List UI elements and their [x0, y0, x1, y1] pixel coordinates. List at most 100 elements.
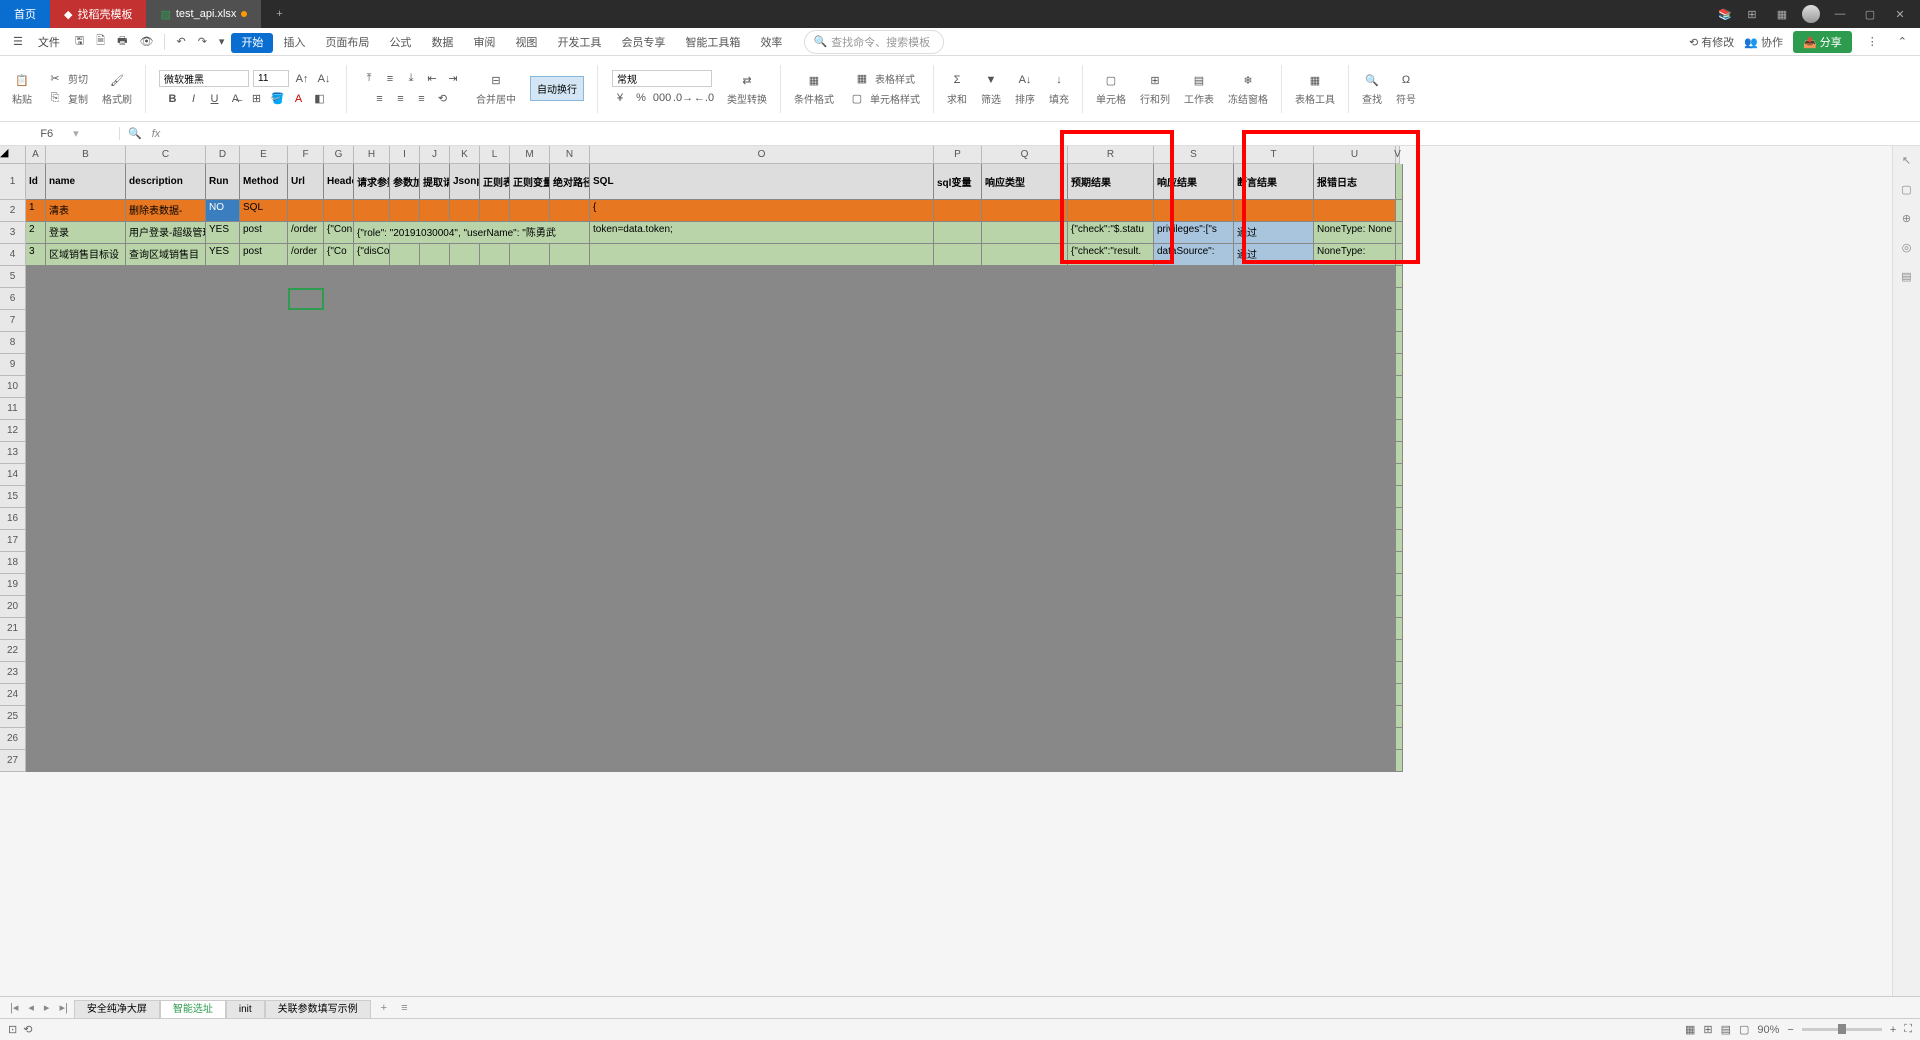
cell[interactable] — [1068, 376, 1154, 398]
collab-button[interactable]: 👥 协作 — [1744, 34, 1783, 50]
cell[interactable] — [934, 640, 982, 662]
cell[interactable] — [206, 442, 240, 464]
cell[interactable] — [480, 420, 510, 442]
cell[interactable] — [510, 530, 550, 552]
cell[interactable] — [1154, 486, 1234, 508]
cell[interactable] — [1396, 332, 1403, 354]
cell[interactable] — [1314, 596, 1396, 618]
cell[interactable] — [324, 530, 354, 552]
cell[interactable] — [354, 310, 390, 332]
sheet-tab[interactable]: 智能选址 — [160, 1000, 226, 1019]
cell[interactable] — [510, 442, 550, 464]
cell[interactable] — [1314, 662, 1396, 684]
cell[interactable] — [1396, 552, 1403, 574]
cell[interactable] — [450, 420, 480, 442]
cell[interactable] — [510, 288, 550, 310]
cell[interactable] — [46, 508, 126, 530]
cell[interactable] — [206, 530, 240, 552]
cell[interactable] — [390, 486, 420, 508]
cell[interactable]: sql变量 — [934, 164, 982, 200]
strike-button[interactable]: A̶ — [227, 90, 245, 108]
cell[interactable] — [1314, 442, 1396, 464]
cell[interactable] — [450, 310, 480, 332]
cell[interactable] — [1234, 420, 1314, 442]
cell[interactable] — [390, 244, 420, 266]
cell[interactable]: /order — [288, 244, 324, 266]
cell[interactable] — [1234, 398, 1314, 420]
cell[interactable] — [420, 596, 450, 618]
cell[interactable] — [206, 640, 240, 662]
cell[interactable] — [590, 442, 934, 464]
cell[interactable] — [450, 398, 480, 420]
cell[interactable] — [934, 552, 982, 574]
cell[interactable] — [288, 552, 324, 574]
row-header[interactable]: 14 — [0, 464, 26, 486]
cell[interactable] — [206, 310, 240, 332]
cell[interactable] — [420, 376, 450, 398]
cell[interactable] — [934, 332, 982, 354]
panel-icon-1[interactable]: ▢ — [1901, 183, 1911, 196]
cell[interactable] — [1396, 266, 1403, 288]
cell[interactable] — [934, 310, 982, 332]
tab-add-button[interactable]: + — [267, 2, 291, 26]
cell[interactable] — [240, 464, 288, 486]
cell[interactable] — [26, 266, 46, 288]
col-header[interactable]: T — [1234, 146, 1314, 164]
cell[interactable] — [206, 728, 240, 750]
cell[interactable] — [26, 530, 46, 552]
cell[interactable] — [934, 266, 982, 288]
cell[interactable] — [510, 750, 550, 772]
cell[interactable] — [240, 354, 288, 376]
cell[interactable] — [354, 596, 390, 618]
row-header[interactable]: 6 — [0, 288, 26, 310]
cell[interactable] — [550, 244, 590, 266]
col-header[interactable]: D — [206, 146, 240, 164]
cell[interactable] — [390, 574, 420, 596]
cell[interactable] — [1234, 728, 1314, 750]
cell[interactable] — [934, 706, 982, 728]
cell[interactable] — [1234, 508, 1314, 530]
cell[interactable] — [390, 288, 420, 310]
cell[interactable] — [324, 398, 354, 420]
menu-tab-2[interactable]: 页面布局 — [315, 33, 379, 53]
cell[interactable] — [46, 750, 126, 772]
cell[interactable] — [450, 244, 480, 266]
cell[interactable] — [450, 662, 480, 684]
cell[interactable] — [590, 508, 934, 530]
cell[interactable] — [550, 530, 590, 552]
cell[interactable] — [480, 706, 510, 728]
col-header[interactable]: E — [240, 146, 288, 164]
row-header[interactable]: 19 — [0, 574, 26, 596]
col-header[interactable]: G — [324, 146, 354, 164]
cell[interactable] — [1068, 662, 1154, 684]
cell[interactable] — [354, 640, 390, 662]
cell[interactable] — [1314, 376, 1396, 398]
cell[interactable] — [240, 662, 288, 684]
cell[interactable] — [1154, 684, 1234, 706]
dec-inc-icon[interactable]: .0→ — [674, 89, 692, 107]
cell[interactable] — [1396, 750, 1403, 772]
cell[interactable] — [46, 310, 126, 332]
cell[interactable] — [982, 618, 1068, 640]
cell[interactable] — [480, 508, 510, 530]
cell[interactable] — [126, 464, 206, 486]
cell[interactable] — [46, 618, 126, 640]
cell[interactable] — [590, 618, 934, 640]
cell[interactable] — [510, 266, 550, 288]
cell[interactable] — [1314, 684, 1396, 706]
row-header[interactable]: 20 — [0, 596, 26, 618]
cell[interactable] — [450, 288, 480, 310]
cell[interactable] — [354, 420, 390, 442]
comma-icon[interactable]: 000 — [653, 89, 671, 107]
name-box[interactable]: F6▾ — [0, 127, 120, 140]
cell[interactable] — [982, 640, 1068, 662]
cell[interactable] — [390, 640, 420, 662]
cell[interactable] — [1234, 332, 1314, 354]
cell[interactable] — [590, 288, 934, 310]
cell[interactable] — [126, 376, 206, 398]
panel-icon-2[interactable]: ⊕ — [1902, 212, 1911, 225]
cell[interactable] — [982, 398, 1068, 420]
cell[interactable] — [390, 662, 420, 684]
zoom-slider[interactable] — [1802, 1028, 1882, 1031]
cell[interactable] — [354, 376, 390, 398]
